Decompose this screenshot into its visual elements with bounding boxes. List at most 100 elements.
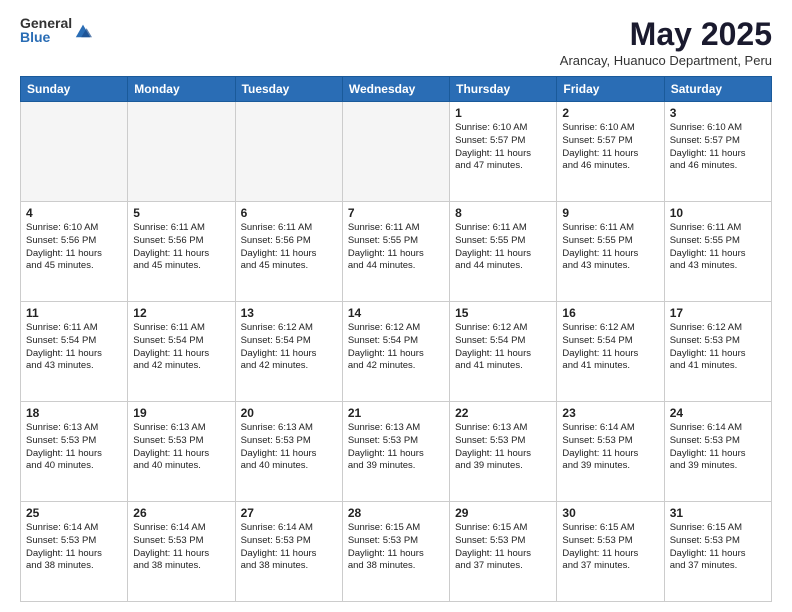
calendar-cell: 28Sunrise: 6:15 AM Sunset: 5:53 PM Dayli…	[342, 502, 449, 602]
calendar-cell: 21 Sunrise: 6:13 AM Sunset: 5:53 PM Dayli…	[342, 402, 449, 502]
day-header-saturday: Saturday	[664, 77, 771, 102]
day-info: Sunrise: 6:14 AM Sunset: 5:53 PM Dayligh…	[26, 522, 122, 573]
day-number: 31	[670, 506, 766, 520]
calendar-header-row: SundayMondayTuesdayWednesdayThursdayFrid…	[21, 77, 772, 102]
day-number: 29	[455, 506, 551, 520]
day-number: 17	[670, 306, 766, 320]
calendar-cell: 18 Sunrise: 6:13 AM Sunset: 5:53 PM Dayli…	[21, 402, 128, 502]
calendar-week-3: 11 Sunrise: 6:11 AM Sunset: 5:54 PM Dayli…	[21, 302, 772, 402]
day-info: Sunrise: 6:12 AM Sunset: 5:54 PM Dayligh…	[455, 322, 551, 373]
calendar-cell: 4 Sunrise: 6:10 AM Sunset: 5:56 PM Daylig…	[21, 202, 128, 302]
day-info: Sunrise: 6:14 AM Sunset: 5:53 PM Dayligh…	[133, 522, 229, 573]
calendar-cell: 11 Sunrise: 6:11 AM Sunset: 5:54 PM Dayli…	[21, 302, 128, 402]
day-number: 15	[455, 306, 551, 320]
day-number: 4	[26, 206, 122, 220]
day-info: Sunrise: 6:10 AM Sunset: 5:57 PM Dayligh…	[455, 122, 551, 173]
day-info: Sunrise: 6:15 AM Sunset: 5:53 PM Dayligh…	[562, 522, 658, 573]
day-number: 11	[26, 306, 122, 320]
day-number: 19	[133, 406, 229, 420]
calendar-cell: 31 Sunrise: 6:15 AM Sunset: 5:53 PM Dayli…	[664, 502, 771, 602]
day-number: 9	[562, 206, 658, 220]
calendar-cell: 10 Sunrise: 6:11 AM Sunset: 5:55 PM Dayli…	[664, 202, 771, 302]
day-info: Sunrise: 6:15 AM Sunset: 5:53 PM Dayligh…	[348, 522, 444, 573]
calendar-cell: 19 Sunrise: 6:13 AM Sunset: 5:53 PM Dayli…	[128, 402, 235, 502]
day-info: Sunrise: 6:13 AM Sunset: 5:53 PM Dayligh…	[133, 422, 229, 473]
calendar-week-2: 4 Sunrise: 6:10 AM Sunset: 5:56 PM Daylig…	[21, 202, 772, 302]
logo-text: General Blue	[20, 16, 72, 44]
calendar-week-1: 1 Sunrise: 6:10 AM Sunset: 5:57 PM Daylig…	[21, 102, 772, 202]
day-number: 7	[348, 206, 444, 220]
day-info: Sunrise: 6:12 AM Sunset: 5:53 PM Dayligh…	[670, 322, 766, 373]
day-number: 12	[133, 306, 229, 320]
day-info: Sunrise: 6:10 AM Sunset: 5:57 PM Dayligh…	[670, 122, 766, 173]
day-number: 5	[133, 206, 229, 220]
day-number: 24	[670, 406, 766, 420]
calendar-cell: 3Sunrise: 6:10 AM Sunset: 5:57 PM Daylig…	[664, 102, 771, 202]
calendar-cell: 13Sunrise: 6:12 AM Sunset: 5:54 PM Dayli…	[235, 302, 342, 402]
day-info: Sunrise: 6:12 AM Sunset: 5:54 PM Dayligh…	[562, 322, 658, 373]
day-info: Sunrise: 6:13 AM Sunset: 5:53 PM Dayligh…	[348, 422, 444, 473]
day-info: Sunrise: 6:11 AM Sunset: 5:56 PM Dayligh…	[241, 222, 337, 273]
day-number: 23	[562, 406, 658, 420]
logo-icon	[74, 21, 92, 39]
calendar-cell	[342, 102, 449, 202]
day-number: 1	[455, 106, 551, 120]
subtitle: Arancay, Huanuco Department, Peru	[560, 53, 772, 68]
calendar-cell: 22Sunrise: 6:13 AM Sunset: 5:53 PM Dayli…	[450, 402, 557, 502]
calendar-week-5: 25 Sunrise: 6:14 AM Sunset: 5:53 PM Dayli…	[21, 502, 772, 602]
calendar-cell	[128, 102, 235, 202]
day-info: Sunrise: 6:11 AM Sunset: 5:55 PM Dayligh…	[455, 222, 551, 273]
day-info: Sunrise: 6:11 AM Sunset: 5:55 PM Dayligh…	[562, 222, 658, 273]
day-info: Sunrise: 6:13 AM Sunset: 5:53 PM Dayligh…	[26, 422, 122, 473]
month-title: May 2025	[560, 16, 772, 53]
logo-blue: Blue	[20, 30, 72, 44]
day-number: 22	[455, 406, 551, 420]
calendar-cell: 8 Sunrise: 6:11 AM Sunset: 5:55 PM Daylig…	[450, 202, 557, 302]
calendar-cell: 6 Sunrise: 6:11 AM Sunset: 5:56 PM Daylig…	[235, 202, 342, 302]
calendar-cell: 23Sunrise: 6:14 AM Sunset: 5:53 PM Dayli…	[557, 402, 664, 502]
day-info: Sunrise: 6:15 AM Sunset: 5:53 PM Dayligh…	[455, 522, 551, 573]
day-info: Sunrise: 6:11 AM Sunset: 5:54 PM Dayligh…	[133, 322, 229, 373]
calendar-cell: 17 Sunrise: 6:12 AM Sunset: 5:53 PM Dayli…	[664, 302, 771, 402]
day-info: Sunrise: 6:12 AM Sunset: 5:54 PM Dayligh…	[348, 322, 444, 373]
day-number: 16	[562, 306, 658, 320]
day-info: Sunrise: 6:10 AM Sunset: 5:57 PM Dayligh…	[562, 122, 658, 173]
day-info: Sunrise: 6:14 AM Sunset: 5:53 PM Dayligh…	[670, 422, 766, 473]
day-header-wednesday: Wednesday	[342, 77, 449, 102]
day-header-sunday: Sunday	[21, 77, 128, 102]
day-info: Sunrise: 6:11 AM Sunset: 5:55 PM Dayligh…	[670, 222, 766, 273]
logo-general: General	[20, 16, 72, 30]
calendar-cell: 26 Sunrise: 6:14 AM Sunset: 5:53 PM Dayli…	[128, 502, 235, 602]
day-number: 18	[26, 406, 122, 420]
page: General Blue May 2025 Arancay, Huanuco D…	[0, 0, 792, 612]
calendar-cell: 29 Sunrise: 6:15 AM Sunset: 5:53 PM Dayli…	[450, 502, 557, 602]
calendar: SundayMondayTuesdayWednesdayThursdayFrid…	[20, 76, 772, 602]
title-section: May 2025 Arancay, Huanuco Department, Pe…	[560, 16, 772, 68]
day-number: 20	[241, 406, 337, 420]
day-info: Sunrise: 6:13 AM Sunset: 5:53 PM Dayligh…	[241, 422, 337, 473]
day-number: 6	[241, 206, 337, 220]
day-header-friday: Friday	[557, 77, 664, 102]
calendar-cell: 15 Sunrise: 6:12 AM Sunset: 5:54 PM Dayli…	[450, 302, 557, 402]
day-info: Sunrise: 6:10 AM Sunset: 5:56 PM Dayligh…	[26, 222, 122, 273]
day-number: 13	[241, 306, 337, 320]
calendar-cell	[21, 102, 128, 202]
day-info: Sunrise: 6:11 AM Sunset: 5:56 PM Dayligh…	[133, 222, 229, 273]
day-header-tuesday: Tuesday	[235, 77, 342, 102]
day-number: 27	[241, 506, 337, 520]
calendar-cell: 27Sunrise: 6:14 AM Sunset: 5:53 PM Dayli…	[235, 502, 342, 602]
day-number: 26	[133, 506, 229, 520]
calendar-cell: 16 Sunrise: 6:12 AM Sunset: 5:54 PM Dayli…	[557, 302, 664, 402]
day-info: Sunrise: 6:11 AM Sunset: 5:54 PM Dayligh…	[26, 322, 122, 373]
calendar-cell: 12 Sunrise: 6:11 AM Sunset: 5:54 PM Dayli…	[128, 302, 235, 402]
day-number: 21	[348, 406, 444, 420]
day-number: 10	[670, 206, 766, 220]
day-info: Sunrise: 6:15 AM Sunset: 5:53 PM Dayligh…	[670, 522, 766, 573]
calendar-cell: 1 Sunrise: 6:10 AM Sunset: 5:57 PM Daylig…	[450, 102, 557, 202]
day-number: 25	[26, 506, 122, 520]
header: General Blue May 2025 Arancay, Huanuco D…	[20, 16, 772, 68]
calendar-cell	[235, 102, 342, 202]
day-header-thursday: Thursday	[450, 77, 557, 102]
day-number: 14	[348, 306, 444, 320]
day-number: 8	[455, 206, 551, 220]
